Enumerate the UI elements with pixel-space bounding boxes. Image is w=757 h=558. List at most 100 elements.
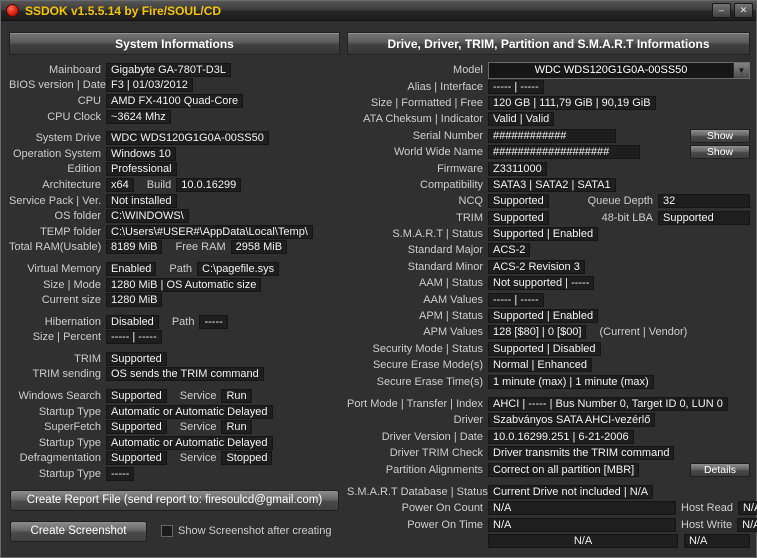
- row-cpu-clock: CPU Clock ~3624 Mhz: [9, 109, 340, 125]
- row-value-2: 32: [658, 194, 750, 209]
- row-secure-erase-times: Secure Erase Time(s) 1 minute (max) | 1 m…: [347, 373, 750, 389]
- row-smart-database: S.M.A.R.T Database | Status Current Drive…: [347, 484, 750, 500]
- row-label: NCQ: [458, 195, 483, 208]
- row-vm-current-size: Current size 1280 MiB: [9, 292, 340, 308]
- row-label: Size | Percent: [32, 331, 101, 344]
- row-label: Operation System: [12, 147, 101, 160]
- row-security-mode: Security Mode | Status Supported | Disabl…: [347, 341, 750, 357]
- row-label: Current size: [41, 294, 101, 307]
- close-button[interactable]: ✕: [734, 3, 753, 18]
- row-value-2: N/A: [737, 501, 757, 516]
- row-value: ###################: [488, 145, 640, 160]
- row-value: Current Drive not included | N/A: [488, 484, 654, 499]
- row-value: x64: [106, 177, 134, 192]
- row-virtual-memory: Virtual Memory Enabled Path C:\pagefile.sys: [9, 261, 340, 277]
- system-informations-panel: System Informations Mainboard Gigabyte GA…: [9, 32, 340, 551]
- row-aam-status: AAM | Status Not supported | -----: [347, 275, 750, 291]
- row-value: ACS-2: [488, 243, 531, 258]
- model-selected-value: WDC WDS120G1G0A-00SS50: [534, 64, 688, 77]
- row-value-2: Run: [221, 420, 252, 435]
- row-value: ----- | -----: [106, 330, 162, 345]
- row-value: Automatic or Automatic Delayed: [106, 404, 273, 419]
- minimize-button[interactable]: –: [712, 3, 731, 18]
- row-standard-minor: Standard Minor ACS-2 Revision 3: [347, 259, 750, 275]
- show-screenshot-checkbox[interactable]: [161, 525, 173, 537]
- row-firmware: Firmware Z3311000: [347, 160, 750, 176]
- row-label: AAM Values: [423, 293, 483, 306]
- create-report-button[interactable]: Create Report File (send report to: fire…: [10, 490, 339, 511]
- row-driver-version: Driver Version | Date 10.0.16299.251 | 6-…: [347, 429, 750, 445]
- row-value: ACS-2 Revision 3: [488, 259, 585, 274]
- row-model: Model WDC WDS120G1G0A-00SS50 ▼: [347, 61, 750, 79]
- row-label: Firmware: [437, 162, 483, 175]
- row-value-2: Stopped: [221, 451, 273, 466]
- row-label: Total RAM(Usable): [9, 241, 102, 254]
- row-value: N/A: [488, 534, 678, 549]
- row-bios: BIOS version | Date F3 | 01/03/2012: [9, 78, 340, 94]
- row-standard-major: Standard Major ACS-2: [347, 242, 750, 258]
- row-label-2: Service: [179, 452, 217, 465]
- row-label: ATA Cheksum | Indicator: [363, 113, 483, 126]
- row-value: Szabványos SATA AHCI-vezérlő: [488, 413, 656, 428]
- row-value: 120 GB | 111,79 GiB | 90,19 GiB: [488, 95, 656, 110]
- row-service-pack: Service Pack | Ver. Not installed: [9, 193, 340, 209]
- row-label: Partition Alignments: [385, 463, 483, 476]
- row-search-startup: Startup Type Automatic or Automatic Delay…: [9, 404, 340, 420]
- row-value: N/A: [488, 501, 676, 516]
- row-value: C:\Users\#USER#\AppData\Local\Temp\: [106, 224, 313, 239]
- row-label: Power On Count: [401, 502, 483, 515]
- details-button[interactable]: Details: [690, 462, 750, 477]
- row-label-2: Service: [179, 421, 217, 434]
- row-value: Driver transmits the TRIM command: [488, 446, 675, 461]
- row-size-formatted-free: Size | Formatted | Free 120 GB | 111,79 G…: [347, 95, 750, 111]
- row-label-2: (Current | Vendor): [599, 326, 688, 339]
- row-label: Driver Version | Date: [381, 430, 483, 443]
- row-superfetch: SuperFetch Supported Service Run: [9, 419, 340, 435]
- row-apm-values: APM Values 128 [$80] | 0 [$00] (Current | …: [347, 324, 750, 340]
- row-defrag-startup: Startup Type -----: [9, 466, 340, 482]
- drive-info-rows: Model WDC WDS120G1G0A-00SS50 ▼ Alias | I…: [347, 55, 757, 549]
- row-label: Power On Time: [407, 518, 483, 531]
- model-dropdown[interactable]: WDC WDS120G1G0A-00SS50 ▼: [488, 61, 750, 79]
- row-label: Standard Major: [407, 244, 483, 257]
- row-label: System Drive: [35, 132, 101, 145]
- titlebar: SSDOK v1.5.5.14 by Fire/SOUL/CD – ✕: [1, 1, 756, 21]
- row-value: 10.0.16299.251 | 6-21-2006: [488, 429, 634, 444]
- row-label: Defragmentation: [19, 452, 101, 465]
- row-value: -----: [106, 467, 135, 482]
- row-label: Size | Mode: [43, 278, 101, 291]
- row-value: Supported | Disabled: [488, 341, 601, 356]
- row-power-on-count: Power On Count N/A Host Read N/A: [347, 500, 757, 516]
- row-value: WDC WDS120G1G0A-00SS50: [106, 131, 269, 146]
- row-apm-status: APM | Status Supported | Enabled: [347, 308, 750, 324]
- show-wwn-button[interactable]: Show: [690, 145, 750, 160]
- drive-informations-header: Drive, Driver, TRIM, Partition and S.M.A…: [347, 32, 750, 55]
- row-label-2: Build: [146, 178, 172, 191]
- row-value: Supported: [488, 210, 549, 225]
- row-ata-checksum: ATA Cheksum | Indicator Valid | Valid: [347, 111, 750, 127]
- row-driver: Driver Szabványos SATA AHCI-vezérlő: [347, 412, 750, 428]
- row-label: Startup Type: [38, 436, 101, 449]
- create-screenshot-button[interactable]: Create Screenshot: [10, 520, 147, 542]
- app-icon: [6, 4, 19, 17]
- row-value: N/A: [488, 517, 676, 532]
- row-system-drive: System Drive WDC WDS120G1G0A-00SS50: [9, 130, 340, 146]
- show-serial-button[interactable]: Show: [690, 128, 750, 143]
- row-value: Valid | Valid: [488, 112, 555, 127]
- row-label-2: Host Write: [681, 518, 733, 531]
- row-label: Edition: [67, 163, 101, 176]
- row-label: AAM | Status: [419, 277, 483, 290]
- row-label: CPU: [77, 94, 101, 107]
- row-value: Disabled: [106, 314, 159, 329]
- row-label: Port Mode | Transfer | Index: [347, 398, 483, 410]
- row-value: Automatic or Automatic Delayed: [106, 435, 273, 450]
- row-value: 1280 MiB: [106, 293, 163, 308]
- row-label: APM Values: [423, 326, 483, 339]
- row-total-ram: Total RAM(Usable) 8189 MiB Free RAM 2958 Mi…: [9, 240, 340, 256]
- row-value: 1 minute (max) | 1 minute (max): [488, 374, 654, 389]
- row-label: BIOS version | Date: [9, 79, 107, 92]
- row-value: C:\WINDOWS\: [106, 209, 189, 224]
- row-label-2: 48-bit LBA: [601, 211, 653, 224]
- show-screenshot-checkbox-label: Show Screenshot after creating: [178, 525, 332, 537]
- row-value: ----- | -----: [488, 292, 544, 307]
